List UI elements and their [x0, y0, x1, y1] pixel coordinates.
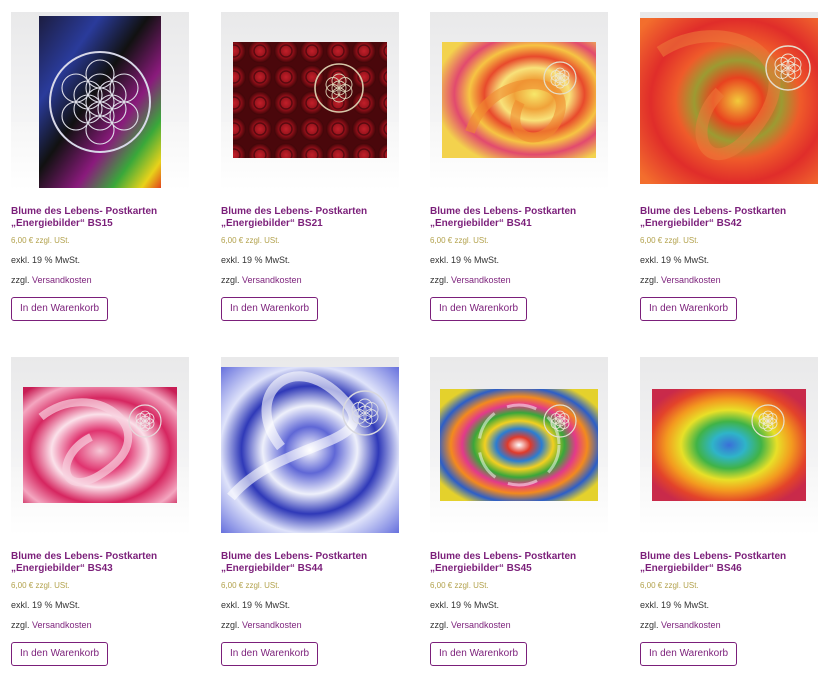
add-to-cart-button[interactable]: In den Warenkorb — [221, 297, 319, 321]
tax-note: exkl. 19 % MwSt. — [640, 600, 710, 610]
product-price: 6,00 € zzgl. USt. — [640, 581, 699, 590]
product-card: Blume des Lebens- Postkarten „Energiebild… — [221, 357, 401, 666]
product-title[interactable]: Blume des Lebens- Postkarten „Energiebild… — [640, 551, 820, 574]
shipping-link[interactable]: Versandkosten — [661, 620, 721, 630]
shipping-link[interactable]: Versandkosten — [451, 275, 511, 285]
product-card: Blume des Lebens- Postkarten „Energiebild… — [430, 357, 610, 666]
shipping-link[interactable]: Versandkosten — [32, 275, 92, 285]
shipping-note: zzgl. Versandkosten — [11, 275, 92, 285]
product-price: 6,00 € zzgl. USt. — [221, 236, 280, 245]
product-image[interactable] — [221, 357, 399, 535]
product-card: Blume des Lebens- Postkarten „Energiebild… — [430, 12, 610, 321]
product-price: 6,00 € zzgl. USt. — [221, 581, 280, 590]
product-title[interactable]: Blume des Lebens- Postkarten „Energiebild… — [430, 206, 610, 229]
product-price: 6,00 € zzgl. USt. — [430, 581, 489, 590]
add-to-cart-button[interactable]: In den Warenkorb — [640, 642, 738, 666]
product-image[interactable] — [430, 357, 608, 535]
product-price: 6,00 € zzgl. USt. — [430, 236, 489, 245]
product-image[interactable] — [640, 12, 818, 190]
shipping-note: zzgl. Versandkosten — [430, 275, 511, 285]
product-title[interactable]: Blume des Lebens- Postkarten „Energiebild… — [11, 206, 191, 229]
shipping-link[interactable]: Versandkosten — [451, 620, 511, 630]
product-title[interactable]: Blume des Lebens- Postkarten „Energiebild… — [221, 551, 401, 574]
shipping-note: zzgl. Versandkosten — [640, 620, 721, 630]
product-image[interactable] — [11, 357, 189, 535]
tax-note: exkl. 19 % MwSt. — [430, 255, 500, 265]
shipping-note: zzgl. Versandkosten — [221, 620, 302, 630]
shipping-link[interactable]: Versandkosten — [32, 620, 92, 630]
tax-note: exkl. 19 % MwSt. — [430, 600, 500, 610]
product-title[interactable]: Blume des Lebens- Postkarten „Energiebild… — [640, 206, 820, 229]
add-to-cart-button[interactable]: In den Warenkorb — [640, 297, 738, 321]
shipping-note: zzgl. Versandkosten — [221, 275, 302, 285]
product-card: Blume des Lebens- Postkarten „Energiebild… — [11, 357, 191, 666]
product-card: Blume des Lebens- Postkarten „Energiebild… — [11, 12, 191, 321]
product-image[interactable] — [11, 12, 189, 190]
add-to-cart-button[interactable]: In den Warenkorb — [221, 642, 319, 666]
product-title[interactable]: Blume des Lebens- Postkarten „Energiebild… — [221, 206, 401, 229]
tax-note: exkl. 19 % MwSt. — [11, 255, 81, 265]
add-to-cart-button[interactable]: In den Warenkorb — [430, 642, 528, 666]
shipping-note: zzgl. Versandkosten — [640, 275, 721, 285]
product-price: 6,00 € zzgl. USt. — [11, 236, 70, 245]
shipping-link[interactable]: Versandkosten — [242, 275, 302, 285]
tax-note: exkl. 19 % MwSt. — [221, 255, 291, 265]
tax-note: exkl. 19 % MwSt. — [640, 255, 710, 265]
product-title[interactable]: Blume des Lebens- Postkarten „Energiebild… — [11, 551, 191, 574]
product-image[interactable] — [221, 12, 399, 190]
add-to-cart-button[interactable]: In den Warenkorb — [430, 297, 528, 321]
add-to-cart-button[interactable]: In den Warenkorb — [11, 297, 109, 321]
shipping-link[interactable]: Versandkosten — [242, 620, 302, 630]
product-image[interactable] — [430, 12, 608, 190]
product-card: Blume des Lebens- Postkarten „Energiebild… — [221, 12, 401, 321]
add-to-cart-button[interactable]: In den Warenkorb — [11, 642, 109, 666]
shipping-link[interactable]: Versandkosten — [661, 275, 721, 285]
product-grid: Blume des Lebens- Postkarten „Energiebild… — [0, 0, 833, 693]
product-card: Blume des Lebens- Postkarten „Energiebild… — [640, 357, 820, 666]
product-image[interactable] — [640, 357, 818, 535]
tax-note: exkl. 19 % MwSt. — [221, 600, 291, 610]
product-price: 6,00 € zzgl. USt. — [11, 581, 70, 590]
shipping-note: zzgl. Versandkosten — [11, 620, 92, 630]
product-price: 6,00 € zzgl. USt. — [640, 236, 699, 245]
product-title[interactable]: Blume des Lebens- Postkarten „Energiebild… — [430, 551, 610, 574]
tax-note: exkl. 19 % MwSt. — [11, 600, 81, 610]
product-card: Blume des Lebens- Postkarten „Energiebild… — [640, 12, 820, 321]
shipping-note: zzgl. Versandkosten — [430, 620, 511, 630]
